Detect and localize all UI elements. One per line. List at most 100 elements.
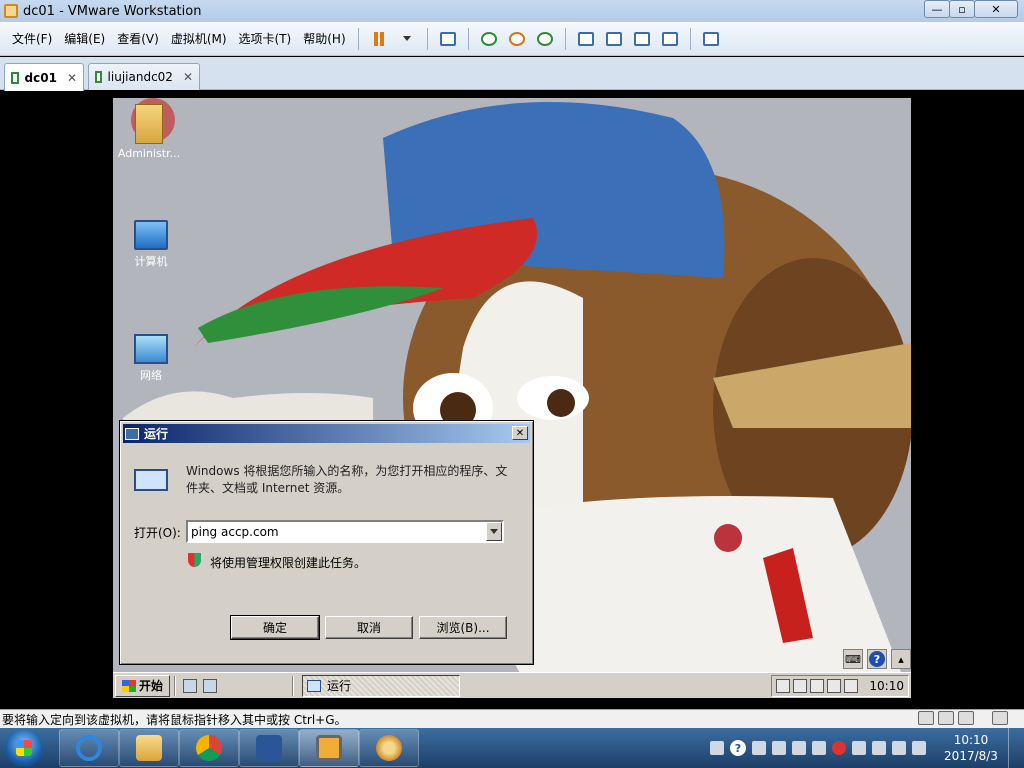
display-tray-icon[interactable] [810,679,825,693]
tab-dc01[interactable]: dc01 ✕ [4,63,84,91]
file-explorer-icon [136,735,162,761]
server-manager-icon[interactable] [183,678,198,693]
menu-file[interactable]: 文件(F) [6,29,58,49]
run-dialog-close-button[interactable]: ✕ [512,426,528,440]
cd-drive-icon[interactable] [938,711,954,725]
menu-view[interactable]: 查看(V) [111,29,165,49]
maximize-button[interactable]: ▫ [949,0,975,18]
desktop-icon-label: 计算机 [134,255,168,268]
tray-app-icon[interactable] [852,741,866,755]
folder-icon [135,104,163,144]
close-button[interactable]: ✕ [974,0,1018,18]
taskbar-task-label: 运行 [327,679,352,693]
host-clock[interactable]: 10:10 2017/8/3 [940,732,1002,764]
ime-options-icon[interactable] [752,741,766,755]
action-center-icon[interactable] [827,679,842,693]
open-command-input[interactable]: ping accp.com [188,525,486,539]
vmware-icon [316,735,342,761]
taskbar-internet-explorer[interactable] [59,729,119,767]
keyboard-icon[interactable]: ⌨ [843,649,863,669]
taskbar-word[interactable] [239,729,299,767]
action-center-flag-icon[interactable] [872,741,886,755]
minimize-button[interactable]: — [924,0,950,18]
menu-edit[interactable]: 编辑(E) [58,29,111,49]
tab-liujiandc02[interactable]: liujiandc02 ✕ [88,63,200,90]
browse-button[interactable]: 浏览(B)... [419,616,507,639]
start-orb-button[interactable] [5,729,43,767]
tray-app-icon[interactable] [812,741,826,755]
open-label: 打开(O): [134,526,181,540]
network-tray-icon[interactable] [892,741,906,755]
revert-snapshot-button[interactable] [505,27,529,51]
host-taskbar: ? 10:10 2017/8/3 [0,728,1024,768]
admin-privilege-note: 将使用管理权限创建此任务。 [210,556,367,570]
full-screen-button[interactable] [630,27,654,51]
stop-icon[interactable] [832,741,846,755]
desktop-icon-label: 网络 [140,369,162,382]
snapshot-manager-icon [536,31,553,46]
tab-label: liujiandc02 [107,70,173,84]
taskbar-run-button[interactable]: 运行 [302,674,461,697]
help-icon: ? [869,651,885,667]
help-button[interactable]: ? [867,649,887,669]
status-spacer [978,711,988,725]
cancel-button[interactable]: 取消 [325,616,413,639]
volume-icon[interactable] [912,741,926,755]
take-snapshot-button[interactable] [477,27,501,51]
library-icon [577,31,594,46]
menu-tabs[interactable]: 选项卡(T) [233,29,298,49]
taskbar-vmware[interactable] [299,729,359,767]
combobox-dropdown-button[interactable] [486,522,502,541]
menu-help[interactable]: 帮助(H) [297,29,351,49]
send-ctrl-alt-del-button[interactable] [436,27,460,51]
window-controls: — ▫ ✕ [924,0,1018,18]
status-bar: 要将输入定向到该虚拟机，请将鼠标指针移入其中或按 Ctrl+G。 [0,709,1024,728]
show-library-button[interactable] [574,27,598,51]
clock-date: 2017/8/3 [944,749,998,763]
show-desktop-button[interactable] [1008,728,1020,768]
menu-vm[interactable]: 虚拟机(M) [165,29,233,49]
guest-desktop[interactable]: Administr... 计算机 网络 运行 ✕ Windows 将根据您所输入… [113,98,911,698]
window-title: dc01 - VMware Workstation [23,3,202,19]
power-dropdown-button[interactable] [395,27,419,51]
hard-disk-icon[interactable] [918,711,934,725]
unity-button[interactable] [658,27,682,51]
pause-icon [373,31,384,46]
show-thumbnail-bar-button[interactable] [602,27,626,51]
show-desktop-icon[interactable] [203,678,218,693]
keyboard-send-icon [439,31,456,46]
run-dialog-title: 运行 [144,427,169,441]
security-tray-icon[interactable] [793,679,808,693]
ok-button[interactable]: 确定 [230,615,320,640]
run-dialog-title-bar[interactable]: 运行 ✕ [123,424,530,443]
admin-shield-icon [188,553,201,567]
snapshot-manager-button[interactable] [533,27,557,51]
desktop-icon-computer[interactable]: 计算机 [113,220,189,269]
taskbar-file-explorer[interactable] [119,729,179,767]
guest-start-button[interactable]: 开始 [115,674,171,697]
console-view-button[interactable] [699,27,723,51]
tab-close-icon[interactable]: ✕ [67,71,77,85]
desktop-icon-administrator[interactable]: Administr... [113,104,187,160]
pause-button[interactable] [367,27,391,51]
vm-display[interactable]: Administr... 计算机 网络 运行 ✕ Windows 将根据您所输入… [0,91,1024,709]
keyboard-layout-icon[interactable] [710,741,724,755]
guest-clock[interactable]: 10:10 [869,679,904,693]
volume-muted-icon[interactable] [844,679,859,693]
menu-toolbar: 文件(F) 编辑(E) 查看(V) 虚拟机(M) 选项卡(T) 帮助(H) [0,22,1024,56]
tab-label: dc01 [24,70,57,85]
network-tray-icon[interactable] [776,679,791,693]
desktop-icon-network[interactable]: 网络 [113,334,189,383]
tray-app-icon[interactable] [772,741,786,755]
usb-device-icon[interactable] [792,741,806,755]
toolbar-separator [357,27,359,50]
help-tray-icon[interactable]: ? [730,740,746,756]
scroll-toggle-button[interactable]: ▴ [891,649,911,669]
taskbar-paint[interactable] [359,729,419,767]
taskbar-chrome[interactable] [179,729,239,767]
taskbar-separator [292,675,295,696]
message-log-icon[interactable] [992,711,1008,725]
network-adapter-icon[interactable] [958,711,974,725]
open-command-combobox[interactable]: ping accp.com [186,520,504,543]
tab-close-icon[interactable]: ✕ [183,70,193,84]
